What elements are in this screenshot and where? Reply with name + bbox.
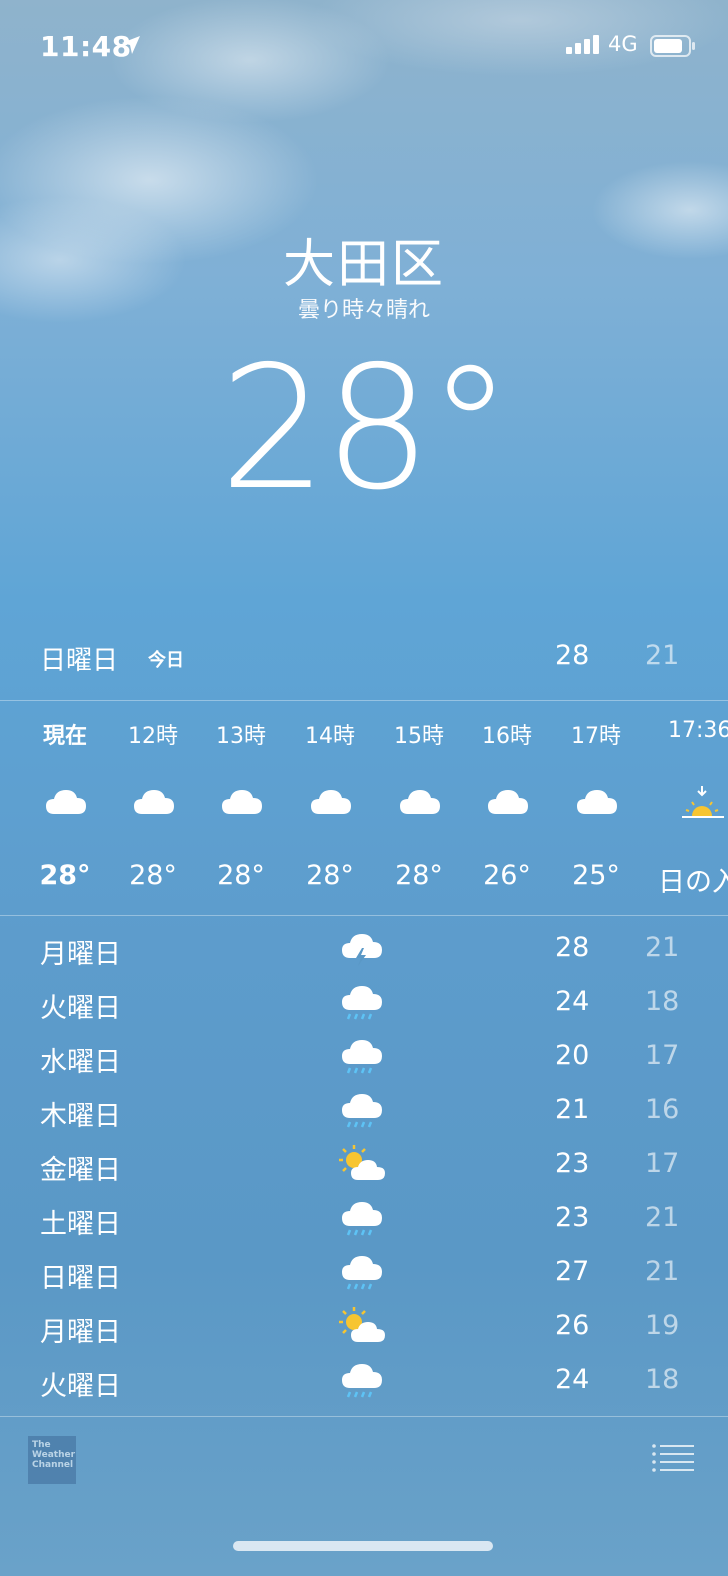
hour-temp: 25° xyxy=(572,860,620,891)
status-time: 11:48 xyxy=(40,30,132,63)
hour-temp: 28° xyxy=(217,860,265,891)
day-high: 24 xyxy=(555,1364,590,1395)
today-high: 28 xyxy=(555,640,590,671)
day-low: 16 xyxy=(645,1094,680,1125)
hour-label: 12時 xyxy=(128,724,178,749)
hour-label: 現在 xyxy=(42,724,87,749)
hour-temp: 28° xyxy=(395,860,443,891)
day-label: 水曜日 xyxy=(40,1047,121,1078)
day-high: 23 xyxy=(555,1148,590,1179)
daily-row: 火曜日 24 18 xyxy=(0,1354,728,1408)
home-indicator[interactable] xyxy=(233,1541,493,1551)
hour-temp: 28° xyxy=(129,860,177,891)
cloud-icon xyxy=(309,784,353,818)
hourly-forecast[interactable]: 現在 28° 12時 28° 13時 28° 14時 28° 15時 28° 1… xyxy=(0,702,728,914)
hour-temp: 26° xyxy=(483,860,531,891)
battery-icon xyxy=(650,35,696,61)
status-bar: 11:48 4G xyxy=(0,26,728,66)
current-temperature: 28° xyxy=(219,330,512,528)
today-day-label: 日曜日 xyxy=(40,646,119,676)
location-arrow-icon xyxy=(120,34,142,60)
weather-condition: 曇り時々晴れ xyxy=(297,298,430,323)
daily-row: 金曜日 23 17 xyxy=(0,1138,728,1192)
list-icon[interactable] xyxy=(652,1444,694,1476)
day-high: 20 xyxy=(555,1040,590,1071)
rain-icon xyxy=(336,1196,388,1240)
day-low: 18 xyxy=(645,986,680,1017)
today-summary: 日曜日 今日 28 21 xyxy=(0,640,728,684)
day-high: 28 xyxy=(555,932,590,963)
today-tag: 今日 xyxy=(148,650,184,671)
weather-channel-logo[interactable]: The Weather Channel xyxy=(28,1436,76,1484)
daily-row: 土曜日 23 21 xyxy=(0,1192,728,1246)
today-low: 21 xyxy=(645,640,680,671)
day-low: 18 xyxy=(645,1364,680,1395)
hour-temp: 28° xyxy=(39,860,91,891)
hour-temp: 28° xyxy=(306,860,354,891)
day-low: 21 xyxy=(645,1202,680,1233)
cloud-icon xyxy=(398,784,442,818)
network-type: 4G xyxy=(608,32,638,56)
day-low: 21 xyxy=(645,932,680,963)
cellular-signal-icon xyxy=(566,34,602,58)
daily-row: 月曜日 26 19 xyxy=(0,1300,728,1354)
daily-row: 木曜日 21 16 xyxy=(0,1084,728,1138)
day-low: 21 xyxy=(645,1256,680,1287)
rain-icon xyxy=(336,980,388,1024)
cloud-icon xyxy=(44,784,88,818)
partly-cloudy-icon xyxy=(336,1304,388,1348)
rain-icon xyxy=(336,1358,388,1402)
divider-middle xyxy=(0,915,728,916)
rain-icon xyxy=(336,1088,388,1132)
cloud-icon xyxy=(575,784,619,818)
day-high: 23 xyxy=(555,1202,590,1233)
hour-label: 13時 xyxy=(216,724,266,749)
day-label: 火曜日 xyxy=(40,993,121,1024)
day-high: 24 xyxy=(555,986,590,1017)
divider-bottom xyxy=(0,1416,728,1417)
day-low: 17 xyxy=(645,1148,680,1179)
sunset-icon xyxy=(680,784,724,818)
day-label: 火曜日 xyxy=(40,1371,121,1402)
daily-row: 水曜日 20 17 xyxy=(0,1030,728,1084)
rain-icon xyxy=(336,1250,388,1294)
day-high: 26 xyxy=(555,1310,590,1341)
day-label: 金曜日 xyxy=(40,1155,121,1186)
hour-label: 16時 xyxy=(482,724,532,749)
cloud-icon xyxy=(220,784,264,818)
day-label: 月曜日 xyxy=(40,939,121,970)
hour-label: 15時 xyxy=(394,724,444,749)
hour-label: 17:36 xyxy=(668,718,728,743)
cloud-icon xyxy=(486,784,530,818)
day-label: 日曜日 xyxy=(40,1263,121,1294)
divider-top xyxy=(0,700,728,701)
day-label: 月曜日 xyxy=(40,1317,121,1348)
daily-row: 日曜日 27 21 xyxy=(0,1246,728,1300)
rain-icon xyxy=(336,1034,388,1078)
hour-temp: 日の入 xyxy=(658,867,728,898)
daily-row: 火曜日 24 18 xyxy=(0,976,728,1030)
day-label: 木曜日 xyxy=(40,1101,121,1132)
partly-cloudy-icon xyxy=(336,1142,388,1186)
day-label: 土曜日 xyxy=(40,1209,121,1240)
hour-label: 17時 xyxy=(571,724,621,749)
thunderstorm-icon xyxy=(336,926,388,970)
city-name: 大田区 xyxy=(282,235,445,295)
daily-row: 月曜日 28 21 xyxy=(0,922,728,976)
day-low: 17 xyxy=(645,1040,680,1071)
cloud-icon xyxy=(132,784,176,818)
day-high: 27 xyxy=(555,1256,590,1287)
day-high: 21 xyxy=(555,1094,590,1125)
day-low: 19 xyxy=(645,1310,680,1341)
hour-label: 14時 xyxy=(305,724,355,749)
logo-text: The Weather Channel xyxy=(32,1440,76,1470)
